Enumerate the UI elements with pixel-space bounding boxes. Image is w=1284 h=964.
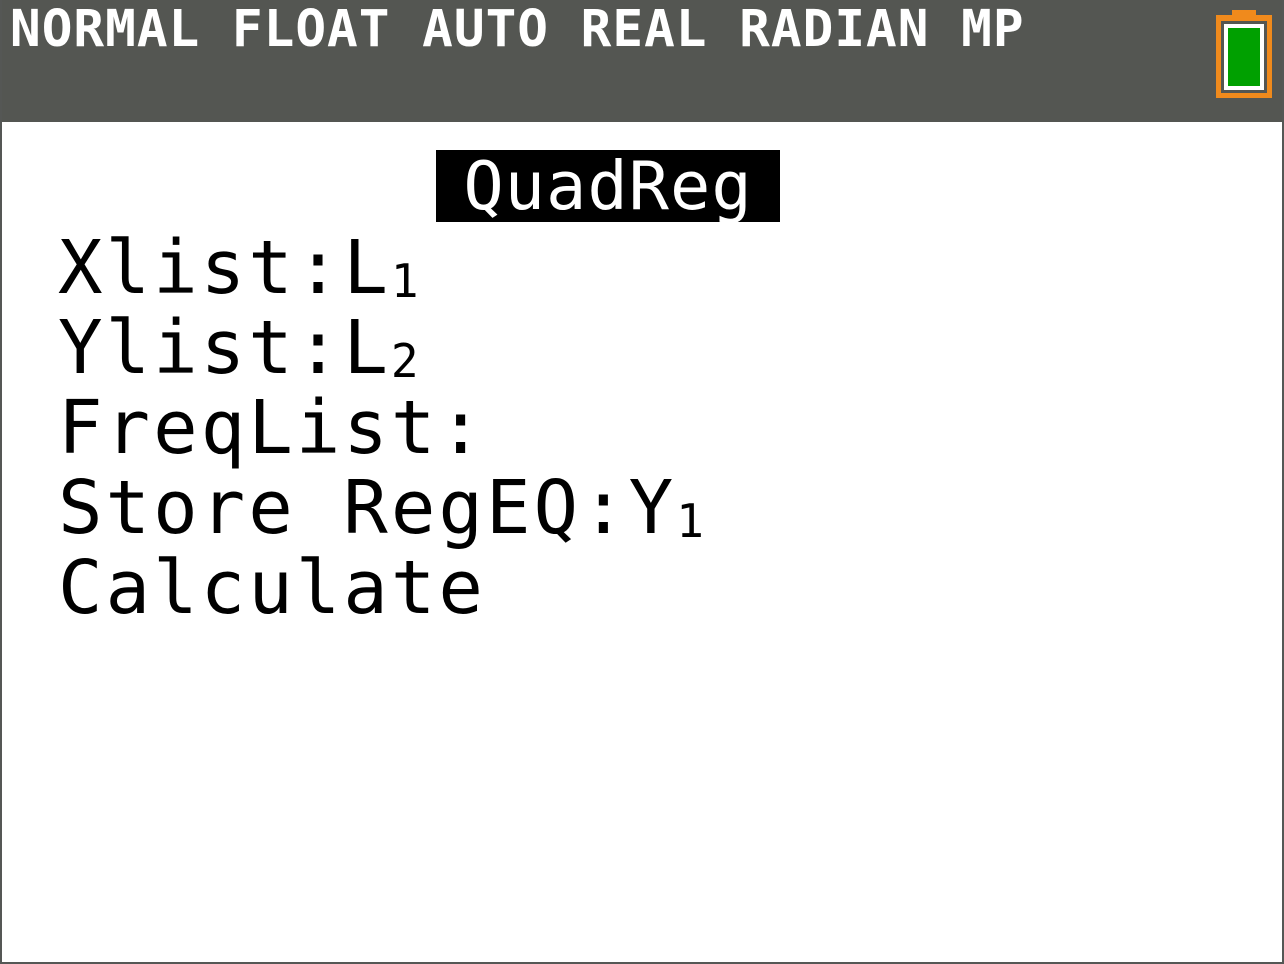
menu-item-xlist[interactable]: Xlist:L1	[58, 229, 422, 308]
store-regeq-value-subscript: 1	[676, 494, 707, 548]
calculate-label: Calculate	[58, 545, 486, 631]
status-bar: NORMAL FLOAT AUTO REAL RADIAN MP	[2, 0, 1282, 122]
xlist-value-subscript: 1	[390, 254, 422, 308]
menu-item-ylist[interactable]: Ylist:L2	[58, 309, 422, 388]
store-regeq-label: Store RegEQ:	[58, 465, 629, 551]
xlist-label: Xlist:	[58, 225, 344, 311]
screen-title: QuadReg	[463, 147, 753, 225]
freqlist-label: FreqList:	[58, 385, 486, 471]
menu-item-store-regeq[interactable]: Store RegEQ:Y1	[58, 469, 707, 548]
store-regeq-value: Y	[628, 465, 677, 551]
menu-item-freqlist[interactable]: FreqList:	[58, 389, 486, 467]
screen-title-highlight: QuadReg	[436, 150, 780, 222]
battery-icon	[1216, 10, 1272, 98]
ylist-value: L	[343, 305, 391, 391]
ylist-value-subscript: 2	[390, 334, 422, 388]
menu-item-calculate[interactable]: Calculate	[58, 549, 486, 627]
xlist-value: L	[343, 225, 391, 311]
ylist-label: Ylist:	[58, 305, 344, 391]
calculator-screen: NORMAL FLOAT AUTO REAL RADIAN MP QuadReg…	[0, 0, 1284, 964]
mode-indicator-text: NORMAL FLOAT AUTO REAL RADIAN MP	[10, 0, 1025, 59]
